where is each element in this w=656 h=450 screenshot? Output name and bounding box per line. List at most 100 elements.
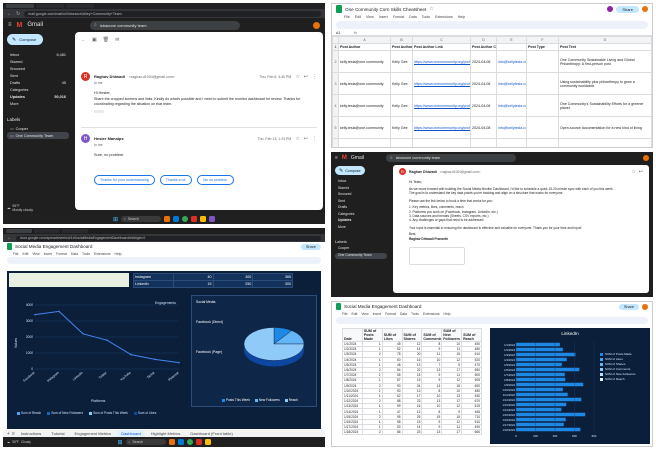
cell[interactable]: Post Author Info	[390, 43, 413, 51]
menu-extensions[interactable]: Extensions	[94, 252, 111, 256]
menu-insert[interactable]: Insert	[373, 312, 381, 316]
sidebar-item-updates[interactable]: Updates 50,016	[7, 93, 69, 100]
menu-help[interactable]: Help	[115, 252, 122, 256]
sidebar-item-more[interactable]: More	[7, 100, 69, 107]
cell[interactable]: 365	[252, 273, 293, 281]
cell[interactable]: kelly.tesla@one.community	[338, 116, 391, 139]
share-button[interactable]: Share	[300, 243, 321, 250]
cell[interactable]: 660	[461, 429, 482, 436]
sidebar-item-starred[interactable]: Starred	[7, 58, 69, 65]
cell[interactable]: Post Text	[558, 43, 652, 51]
star-icon[interactable]: ☆	[295, 74, 299, 80]
cell[interactable]: info@kellytesla.com	[496, 94, 527, 117]
menu-insert[interactable]: Insert	[379, 15, 388, 19]
cell[interactable]: 86	[381, 429, 403, 436]
doc-title[interactable]: Social Media Engagement Dashboard	[344, 304, 421, 309]
menu-edit[interactable]: Edit	[22, 252, 28, 256]
menu-insert[interactable]: Insert	[44, 252, 52, 256]
cell[interactable]: 13	[421, 429, 443, 436]
avatar[interactable]	[642, 6, 648, 12]
menu-icon[interactable]: ≡	[8, 22, 12, 28]
cell[interactable]: 17	[441, 429, 463, 436]
app-icon[interactable]	[209, 216, 216, 222]
menu-file[interactable]: File	[13, 252, 18, 256]
avatar[interactable]	[642, 303, 648, 310]
cell[interactable]: Post Type	[526, 43, 559, 51]
label-item[interactable]: One Community Team	[335, 252, 387, 259]
more-icon[interactable]: ⋮	[312, 74, 317, 80]
menu-view[interactable]: View	[32, 252, 39, 256]
cell[interactable]: https://www.onecommunity.org/profile/kel…	[412, 50, 471, 73]
avatar[interactable]	[643, 155, 649, 161]
share-button[interactable]: Share	[618, 303, 639, 310]
column-header[interactable]: SUM of Shares	[401, 328, 423, 342]
cell[interactable]	[526, 50, 559, 73]
address-bar[interactable]: docs.google.com/spreadsheets/d/1xSocialM…	[16, 235, 321, 241]
menu-file[interactable]: File	[344, 15, 350, 19]
browser-tab[interactable]	[62, 229, 88, 233]
windows-start-icon[interactable]: ⊞	[117, 439, 122, 446]
cell[interactable]	[526, 72, 559, 95]
cell[interactable]: Post Author Link	[412, 43, 471, 51]
column-header[interactable]: E	[496, 36, 527, 44]
taskbar-search[interactable]: ⌕ Search	[121, 216, 162, 222]
app-icon[interactable]	[204, 439, 211, 445]
avatar[interactable]	[607, 6, 614, 12]
taskbar-search[interactable]: ⌕ Search	[125, 439, 166, 445]
cell[interactable]: Together, we can make a big difference	[558, 138, 652, 147]
smart-reply-button[interactable]: Thanks a lot.	[159, 175, 193, 185]
archive-icon[interactable]: ▣	[92, 37, 97, 43]
compose-button[interactable]: ✎ Compose	[335, 166, 365, 175]
doc-title[interactable]: One Community Corn Skills Cheatsheet	[345, 7, 426, 12]
sheet-tab[interactable]: Engagement Metrics	[71, 430, 116, 437]
browser-tab[interactable]	[34, 229, 60, 233]
menu-extensions[interactable]: Extensions	[435, 15, 453, 19]
trash-icon[interactable]: 🗑	[103, 37, 109, 43]
chrome-icon[interactable]	[182, 216, 189, 222]
menu-file[interactable]: File	[342, 312, 347, 316]
avatar[interactable]	[313, 21, 320, 29]
cell[interactable]: One Community Sustainable Living and Glo…	[558, 50, 652, 73]
all-sheets-icon[interactable]: ≡	[12, 431, 15, 437]
cell[interactable]: Instagram	[133, 273, 174, 281]
cell[interactable]: Kelly Gee	[390, 138, 413, 147]
sidebar-item-categories[interactable]: Categories	[7, 86, 69, 93]
menu-extensions[interactable]: Extensions	[423, 312, 440, 316]
column-header[interactable]: A	[338, 36, 391, 44]
browser-tab[interactable]	[6, 229, 32, 233]
cell[interactable]: Kelly Gee	[390, 116, 413, 139]
address-bar[interactable]: mail.google.com/mail/u/0/#search/Alley+C…	[24, 10, 321, 17]
back-icon[interactable]: ←	[7, 235, 12, 241]
star-icon[interactable]: ☆	[429, 6, 433, 12]
browser-tab[interactable]	[6, 4, 34, 8]
cell[interactable]: info@kellytesla.com	[496, 116, 527, 139]
cell[interactable]: https://www.onecommunity.org/profile/kel…	[412, 72, 471, 95]
browser-tab[interactable]	[66, 4, 94, 8]
cell[interactable]: https://www.onecommunity.org/profile/kel…	[412, 94, 471, 117]
menu-edit[interactable]: Edit	[355, 15, 361, 19]
cell[interactable]: kelly.tesla@one.community	[338, 72, 391, 95]
cell[interactable]: 40	[172, 273, 214, 281]
cell[interactable]: 2024-04-08	[470, 138, 497, 147]
smart-reply-button[interactable]: No no problem.	[197, 175, 234, 185]
cell[interactable]	[526, 116, 559, 139]
cell[interactable]: https://www.onecommunity.org/profile/kel…	[412, 116, 471, 139]
cell[interactable]: Using sustainability plus philanthropy t…	[558, 72, 652, 95]
label-item[interactable]: ▭ One Community Team	[7, 132, 69, 139]
app-icon[interactable]	[164, 216, 171, 222]
menu-format[interactable]: Format	[393, 15, 404, 19]
chrome-icon[interactable]	[186, 439, 193, 445]
cell[interactable]: 300	[252, 280, 293, 288]
cell[interactable]: kelly.tesla@one.community	[338, 138, 391, 147]
label-item[interactable]: Cooper	[335, 246, 387, 253]
column-header[interactable]: G	[558, 36, 652, 44]
cell[interactable]: LinkedIn	[133, 280, 174, 288]
cell[interactable]: info@kellytesla.com	[496, 138, 527, 147]
sheet-tab[interactable]: Instructions	[17, 430, 45, 437]
menu-tools[interactable]: Tools	[82, 252, 90, 256]
app-icon[interactable]	[173, 216, 180, 222]
menu-view[interactable]: View	[366, 15, 374, 19]
menu-help[interactable]: Help	[444, 312, 451, 316]
sidebar-item-more[interactable]: More	[335, 225, 387, 232]
menu-view[interactable]: View	[361, 312, 368, 316]
